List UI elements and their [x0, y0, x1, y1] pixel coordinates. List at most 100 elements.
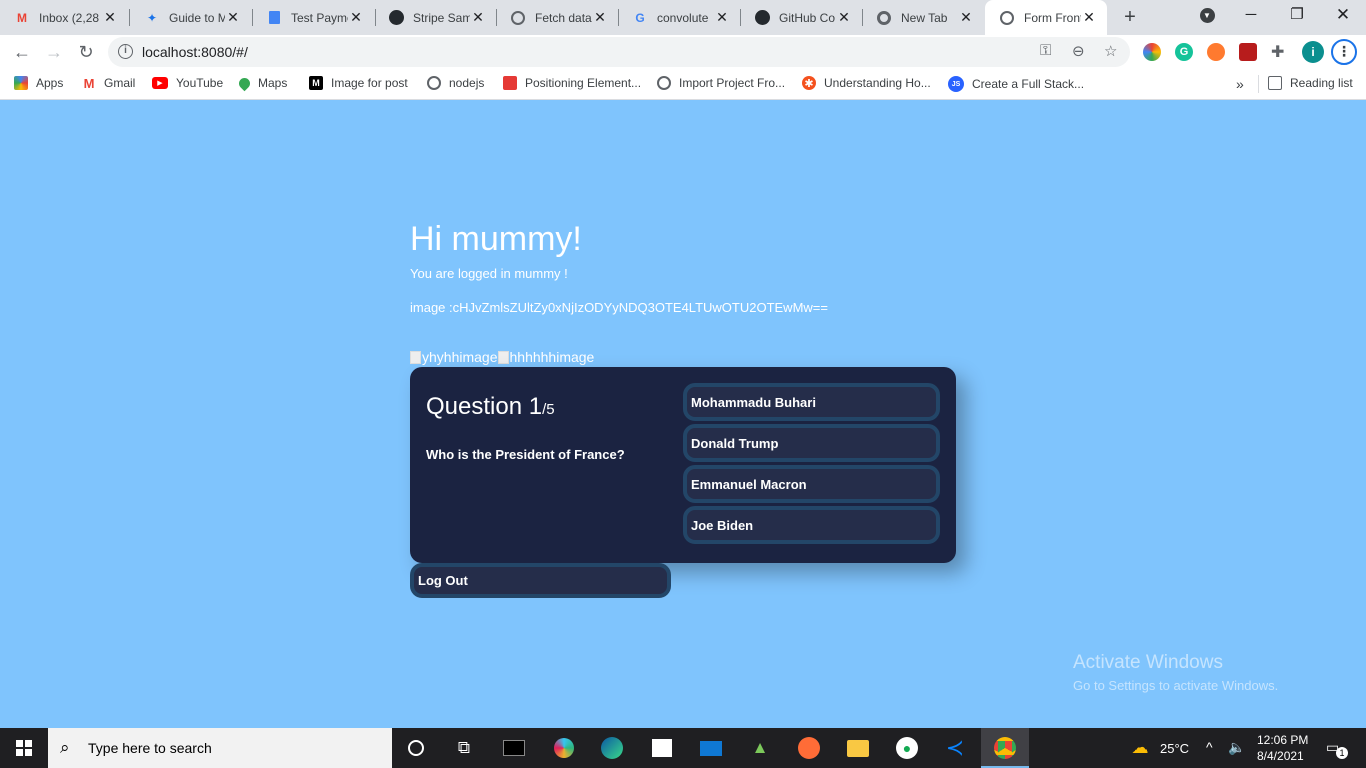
question-total: /5	[542, 401, 555, 418]
mongodb-icon[interactable]: ●	[895, 736, 919, 760]
extension-orange-icon[interactable]	[1207, 43, 1225, 61]
tab-github-copilot[interactable]: GitHub Co ✕	[740, 0, 862, 35]
minimize-button[interactable]: ─	[1228, 0, 1274, 32]
clock-time[interactable]: 12:06 PM	[1257, 733, 1308, 747]
bookmark-gmail[interactable]: M Gmail	[82, 76, 136, 91]
tab-strip: M Inbox (2,28 ✕ ✦ Guide to M ✕ Test Paym…	[0, 0, 1366, 35]
weather-icon[interactable]: ☁	[1128, 736, 1152, 760]
close-icon[interactable]: ✕	[225, 9, 241, 26]
menu-icon[interactable]: ⋮	[1331, 39, 1357, 65]
close-icon[interactable]: ✕	[1081, 9, 1097, 26]
globe-icon	[510, 10, 526, 26]
cortana-icon[interactable]	[404, 736, 428, 760]
answer-button[interactable]: Emmanuel Macron	[683, 465, 940, 503]
bookmark-apps[interactable]: Apps	[14, 76, 63, 90]
close-icon[interactable]: ✕	[470, 9, 486, 26]
tab-guide[interactable]: ✦ Guide to M ✕	[130, 0, 251, 35]
bookmark-label: Understanding Ho...	[824, 76, 931, 90]
windows-icon	[16, 740, 32, 756]
new-tab-button[interactable]: +	[1118, 5, 1142, 29]
close-icon[interactable]: ✕	[714, 9, 730, 26]
postman-icon[interactable]	[797, 736, 821, 760]
reading-list-button[interactable]: Reading list	[1268, 76, 1353, 90]
close-icon[interactable]: ✕	[958, 9, 974, 26]
store-icon[interactable]	[650, 736, 674, 760]
chevron-down-icon: ▼	[1199, 7, 1215, 23]
vscode-icon[interactable]: ≺	[943, 735, 967, 760]
mail-icon[interactable]	[699, 736, 723, 760]
answer-button[interactable]: Mohammadu Buhari	[683, 383, 940, 421]
file-explorer-icon[interactable]	[846, 736, 870, 760]
info-icon[interactable]: i	[118, 44, 133, 59]
guide-icon: ✦	[146, 10, 158, 25]
bookmark-understanding[interactable]: ✱ Understanding Ho...	[802, 76, 931, 90]
watermark-subtitle: Go to Settings to activate Windows.	[1073, 678, 1279, 693]
back-button[interactable]: ←	[10, 40, 34, 64]
edge-icon[interactable]	[600, 736, 624, 760]
bookmark-import-project[interactable]: Import Project Fro...	[657, 76, 785, 90]
forward-button[interactable]: →	[42, 40, 66, 64]
close-icon[interactable]: ✕	[348, 9, 364, 26]
tab-convoluted[interactable]: G convolute ✕	[618, 0, 740, 35]
logged-in-text: You are logged in mummy !	[410, 266, 568, 281]
puzzle-icon[interactable]: ✚	[1271, 42, 1284, 62]
tab-label: GitHub Co	[779, 10, 836, 25]
volume-icon[interactable]: 🔈	[1228, 739, 1245, 756]
profile-avatar[interactable]: i	[1302, 41, 1324, 63]
close-icon[interactable]: ✕	[102, 9, 118, 26]
task-view-icon[interactable]: ⧉	[452, 736, 476, 760]
start-button[interactable]	[0, 728, 48, 768]
watermark-title: Activate Windows	[1073, 652, 1223, 673]
question-label: Question 1	[426, 393, 543, 420]
tab-new-tab[interactable]: New Tab ✕	[862, 0, 984, 35]
key-icon[interactable]: ⚿	[1040, 42, 1051, 59]
url-text[interactable]: localhost:8080/#/	[142, 44, 248, 60]
chrome-taskbar-button[interactable]	[981, 728, 1029, 768]
tab-stripe-sample[interactable]: Stripe Sam ✕	[374, 0, 496, 35]
answer-button[interactable]: Joe Biden	[683, 506, 940, 544]
restore-button[interactable]: ❐	[1274, 0, 1320, 32]
tab-label: Inbox (2,28	[39, 10, 100, 25]
divider	[1258, 75, 1259, 93]
broken-image: hhhhhhimage	[497, 349, 595, 365]
tab-label: Form Front	[1024, 10, 1081, 25]
chevron-up-icon[interactable]: ^	[1206, 739, 1213, 755]
star-icon[interactable]: ☆	[1104, 42, 1117, 60]
more-bookmarks-button[interactable]: »	[1236, 76, 1244, 92]
bookmark-youtube[interactable]: ▶ YouTube	[152, 76, 223, 90]
tab-inbox[interactable]: M Inbox (2,28 ✕	[0, 0, 128, 35]
close-icon[interactable]: ✕	[592, 9, 608, 26]
reload-button[interactable]: ↻	[74, 40, 98, 64]
clock-date[interactable]: 8/4/2021	[1257, 749, 1304, 763]
address-bar[interactable]: i localhost:8080/#/ ⚿ ⊖ ☆	[108, 37, 1130, 67]
answer-button[interactable]: Donald Trump	[683, 424, 940, 462]
color-wheel-extension-icon[interactable]	[1143, 43, 1161, 61]
bookmark-positioning-elements[interactable]: Positioning Element...	[503, 76, 641, 90]
tab-form-frontend[interactable]: Form Front ✕	[985, 0, 1107, 35]
tab-fetch-data[interactable]: Fetch data ✕	[496, 0, 618, 35]
bookmark-image-for-post[interactable]: M Image for post	[309, 76, 408, 90]
close-icon[interactable]: ✕	[836, 9, 852, 26]
weather-temperature[interactable]: 25°C	[1160, 741, 1189, 756]
rocket-icon[interactable]: ▲	[748, 736, 772, 760]
bookmark-create-full-stack[interactable]: JS Create a Full Stack...	[948, 76, 1084, 92]
search-placeholder: Type here to search	[88, 740, 212, 756]
logout-button[interactable]: Log Out	[410, 563, 671, 598]
chrome-icon	[876, 10, 892, 26]
grammarly-icon[interactable]: G	[1175, 43, 1193, 61]
terminal-icon[interactable]	[502, 736, 526, 760]
google-icon: G	[635, 10, 645, 25]
zoom-icon[interactable]: ⊖	[1072, 42, 1085, 60]
tab-search-button[interactable]: ▼	[1184, 0, 1230, 32]
question-text: Who is the President of France?	[426, 447, 625, 462]
slack-icon[interactable]	[552, 736, 576, 760]
globe-icon	[657, 76, 671, 90]
tab-test-payment[interactable]: Test Payme ✕	[252, 0, 374, 35]
docs-icon	[266, 10, 282, 26]
bookmark-nodejs[interactable]: nodejs	[427, 76, 484, 90]
extension-red-icon[interactable]	[1239, 43, 1257, 61]
bookmark-maps[interactable]: Maps	[236, 75, 287, 91]
taskbar-search[interactable]: ⌕ Type here to search	[48, 728, 392, 768]
image-alt-text: hhhhhhimage	[509, 349, 595, 365]
close-window-button[interactable]: ✕	[1320, 0, 1366, 32]
